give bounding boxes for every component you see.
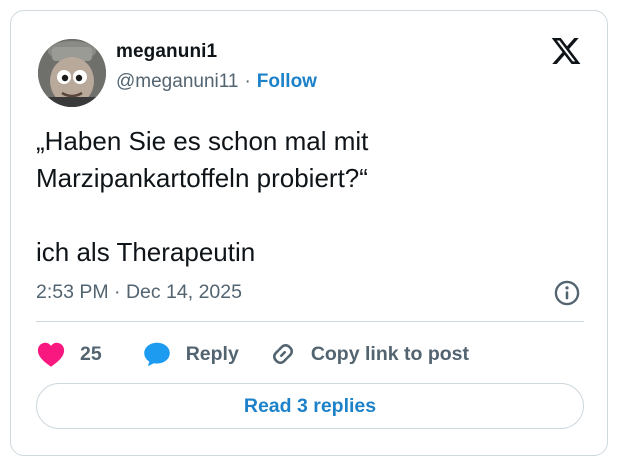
author-handle-row: @meganuni11 · Follow: [116, 71, 317, 93]
tweet-text-line: „Haben Sie es schon mal mit: [36, 126, 369, 156]
tweet-timestamp[interactable]: 2:53 PM · Dec 14, 2025: [36, 281, 242, 304]
reply-label: Reply: [185, 342, 239, 365]
author-handle[interactable]: @meganuni11: [116, 71, 238, 93]
divider: [36, 321, 584, 322]
info-icon[interactable]: [553, 279, 581, 307]
avatar[interactable]: [38, 39, 106, 107]
separator-dot: ·: [244, 71, 251, 92]
follow-button[interactable]: Follow: [257, 71, 317, 93]
read-replies-label: Read 3 replies: [243, 394, 377, 417]
tweet-text-line: ich als Therapeutin: [36, 237, 256, 267]
copy-link-button[interactable]: Copy link to post: [269, 340, 469, 368]
heart-icon: [37, 342, 65, 367]
link-icon: [272, 344, 293, 364]
x-logo-icon[interactable]: [549, 35, 583, 67]
like-button[interactable]: 25: [36, 340, 102, 368]
speech-bubble-icon: [143, 342, 170, 367]
author-display-name[interactable]: meganuni1: [116, 41, 217, 63]
avatar-image: [38, 39, 106, 107]
like-count: 25: [80, 342, 102, 365]
reply-button[interactable]: Reply: [142, 340, 239, 368]
copy-link-label: Copy link to post: [310, 342, 469, 365]
read-replies-button[interactable]: Read 3 replies: [36, 383, 584, 429]
action-bar: 25 Reply Copy link to post: [36, 338, 469, 370]
embedded-tweet-card: meganuni1 @meganuni11 · Follow „Haben Si…: [10, 10, 608, 456]
tweet-text: „Haben Sie es schon mal mit Marzipankart…: [36, 123, 576, 271]
tweet-text-line: Marzipankartoffeln probiert?“: [36, 163, 368, 193]
